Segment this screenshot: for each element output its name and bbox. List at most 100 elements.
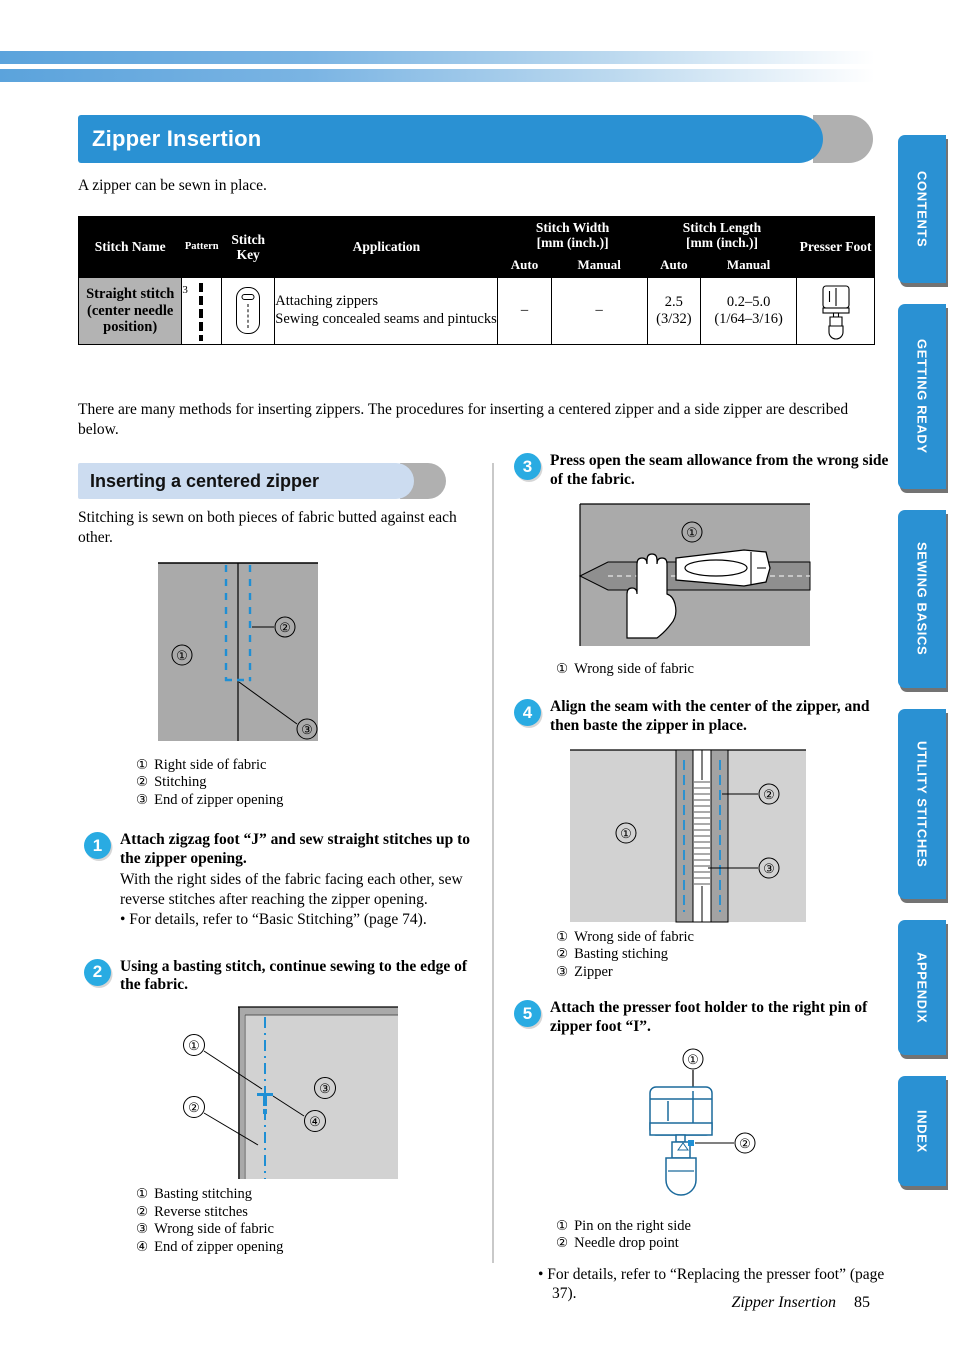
th-stitch-length-unit: [mm (inch.)] <box>685 235 758 251</box>
application-line-1: Attaching zippers <box>275 293 378 310</box>
caption-text: Basting stiching <box>574 946 668 963</box>
svg-text:①: ① <box>620 826 632 841</box>
caption-item: ① Pin on the right side <box>556 1218 890 1235</box>
section-heading-banner: Inserting a centered zipper <box>78 463 458 499</box>
cell-application: Attaching zippers Sewing concealed seams… <box>274 276 499 345</box>
sidebar-item-getting-ready[interactable]: GETTING READY <box>898 304 946 489</box>
svg-text:①: ① <box>686 525 698 540</box>
pattern-number: 3 <box>182 283 188 296</box>
captions-press-seam-allowance: ① Wrong side of fabric <box>508 661 890 678</box>
th-length-manual: Manual <box>699 253 798 278</box>
figure-basting-to-edge: ① ② ③ ④ <box>78 1003 478 1181</box>
svg-text:①: ① <box>176 648 188 663</box>
footer-page-number: 85 <box>854 1294 870 1311</box>
stitch-spec-table: Stitch Name Pattern Stitch Key Applicati… <box>77 215 875 345</box>
side-index-tabs: CONTENTS GETTING READY SEWING BASICS UTI… <box>898 135 954 1207</box>
th-stitch-length-label: Stitch Length <box>682 220 762 235</box>
sidebar-item-label: UTILITY STITCHES <box>914 740 930 868</box>
caption-number: ② <box>136 1203 149 1219</box>
intro-text: A zipper can be sewn in place. <box>78 177 267 194</box>
svg-text:①: ① <box>687 1052 699 1067</box>
sidebar-item-index[interactable]: INDEX <box>898 1076 946 1186</box>
th-application: Application <box>274 216 499 278</box>
caption-text: Zipper <box>574 963 613 980</box>
step-5-title: Attach the presser foot holder to the ri… <box>550 999 868 1036</box>
footer-section-title: Zipper Insertion <box>731 1294 836 1311</box>
th-stitch-name: Stitch Name <box>77 216 183 278</box>
sidebar-item-utility-stitches[interactable]: UTILITY STITCHES <box>898 709 946 899</box>
section-heading-bar: Inserting a centered zipper <box>78 463 414 499</box>
caption-text: Wrong side of fabric <box>574 660 694 677</box>
svg-text:③: ③ <box>763 861 775 876</box>
step-1-bullet: • For details, refer to “Basic Stitching… <box>120 911 427 929</box>
caption-text: Basting stitching <box>154 1186 252 1203</box>
th-length-auto: Auto <box>646 253 701 278</box>
step-1-body: With the right sides of the fabric facin… <box>120 871 463 908</box>
caption-text: Reverse stitches <box>154 1203 248 1220</box>
captions-centered-zipper-overview: ① Right side of fabric ② Stitching ③ End of… <box>78 757 478 809</box>
step-3-badge: 3 <box>514 453 541 480</box>
th-stitch-width-label: Stitch Width <box>535 220 610 235</box>
caption-number: ① <box>136 1186 149 1202</box>
right-column: 3 Press open the seam allowance from the… <box>508 452 890 1304</box>
caption-number: ③ <box>556 963 569 979</box>
svg-text:②: ② <box>739 1136 751 1151</box>
caption-number: ② <box>556 1235 569 1251</box>
header-gradient-bar-bottom <box>0 69 875 82</box>
caption-text: Stitching <box>154 774 207 791</box>
th-stitch-length: Stitch Length [mm (inch.)] <box>646 215 798 255</box>
cell-width-auto: – <box>497 276 552 345</box>
figure-press-seam-allowance: ① <box>508 498 890 656</box>
caption-number: ② <box>136 774 149 790</box>
caption-number: ③ <box>136 1221 149 1237</box>
page-title-banner: Zipper Insertion <box>78 115 873 163</box>
caption-item: ① Basting stitching <box>136 1186 478 1203</box>
th-stitch-key: Stitch Key <box>221 216 276 278</box>
svg-text:③: ③ <box>301 722 313 737</box>
caption-number: ① <box>556 929 569 945</box>
cell-length-auto: 2.5 (3/32) <box>646 276 701 345</box>
caption-number: ④ <box>136 1238 149 1254</box>
step-2-title: Using a basting stitch, continue sewing … <box>120 957 468 994</box>
step-1: 1 Attach zigzag foot “J” and sew straigh… <box>78 831 478 929</box>
table-header-row-1: Stitch Name Pattern Stitch Key Applicati… <box>77 215 875 278</box>
step-2-badge: 2 <box>84 958 111 986</box>
step-4-badge: 4 <box>514 699 541 727</box>
sidebar-item-contents[interactable]: CONTENTS <box>898 135 946 283</box>
step-2: 2 Using a basting stitch, continue sewin… <box>78 958 478 996</box>
cell-width-manual: – <box>550 276 648 345</box>
page-title: Zipper Insertion <box>92 126 262 151</box>
step-3: 3 Press open the seam allowance from the… <box>508 452 890 490</box>
caption-item: ③ Wrong side of fabric <box>136 1221 478 1238</box>
caption-number: ① <box>556 660 569 676</box>
th-stitch-width: Stitch Width [mm (inch.)] <box>497 215 648 255</box>
step-5: 5 Attach the presser foot holder to the … <box>508 999 890 1037</box>
page-footer: Zipper Insertion 85 <box>732 1294 870 1312</box>
figure-baste-zipper-in-place: ① ② ③ <box>508 744 890 924</box>
decorative-header-bars <box>0 51 954 86</box>
caption-text: End of zipper opening <box>154 791 284 808</box>
column-divider <box>492 463 494 1263</box>
step-4-title: Align the seam with the center of the zi… <box>550 698 870 735</box>
figure-centered-zipper-overview: ② ① ③ <box>78 557 478 752</box>
sidebar-item-label: CONTENTS <box>914 170 930 248</box>
cell-stitch-key <box>221 276 276 345</box>
th-pattern: Pattern <box>181 216 223 278</box>
sidebar-item-sewing-basics[interactable]: SEWING BASICS <box>898 510 946 688</box>
caption-item: ① Wrong side of fabric <box>556 929 890 946</box>
step-3-title: Press open the seam allowance from the w… <box>550 452 889 488</box>
caption-text: End of zipper opening <box>154 1238 284 1255</box>
caption-item: ④ End of zipper opening <box>136 1239 478 1256</box>
length-manual-mm: 0.2–5.0 <box>726 294 771 311</box>
caption-item: ② Stitching <box>136 774 478 791</box>
sidebar-item-appendix[interactable]: APPENDIX <box>898 920 946 1055</box>
caption-item: ① Right side of fabric <box>136 757 478 774</box>
sidebar-item-label: APPENDIX <box>914 951 930 1024</box>
header-gradient-bar-top <box>0 51 875 64</box>
caption-item: ② Basting stiching <box>556 946 890 963</box>
page-title-bar: Zipper Insertion <box>78 115 823 163</box>
step-1-badge: 1 <box>84 832 111 860</box>
th-width-manual: Manual <box>550 253 648 278</box>
th-stitch-width-unit: [mm (inch.)] <box>536 235 609 251</box>
caption-text: Wrong side of fabric <box>154 1221 274 1238</box>
